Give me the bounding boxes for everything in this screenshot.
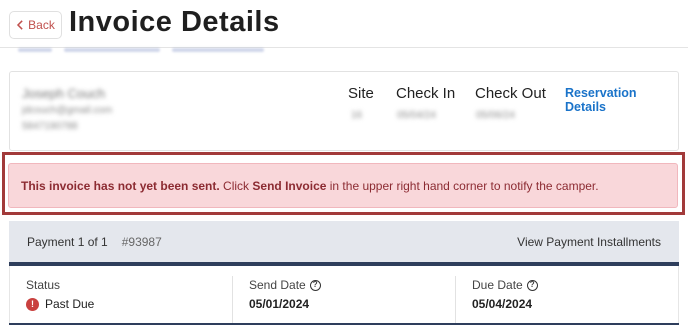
top-bar: Back Invoice Details (0, 0, 688, 52)
alert-lead: This invoice has not yet been sent. (21, 178, 220, 193)
due-date-label-row: Due Date ? (472, 278, 678, 292)
alert-action: Send Invoice (252, 178, 327, 193)
question-circle-icon[interactable]: ? (526, 279, 538, 291)
site-label: Site (348, 85, 374, 102)
status-value-row: ! Past Due (26, 297, 232, 311)
check-out-label: Check Out (475, 85, 546, 102)
back-label: Back (28, 18, 55, 32)
due-date-label: Due Date (472, 278, 523, 292)
reservation-card: Joseph Couch jdcouch@gmail.com 584719078… (9, 71, 679, 151)
status-value: Past Due (45, 297, 95, 311)
breadcrumb-overlay (18, 43, 278, 57)
due-date-value: 05/04/2024 (472, 297, 533, 311)
payment-header: Payment 1 of 1 #93987 View Payment Insta… (9, 221, 679, 262)
payment-label: Payment 1 of 1 (27, 234, 108, 249)
send-date-value: 05/01/2024 (249, 297, 310, 311)
chevron-left-icon (17, 20, 23, 30)
send-date-label: Send Date (249, 278, 306, 292)
question-circle-icon[interactable]: ? (309, 279, 321, 291)
reservation-details-link[interactable]: Reservation Details (565, 86, 678, 114)
unsent-invoice-alert: This invoice has not yet been sent. Clic… (8, 163, 678, 208)
status-cell: Status ! Past Due (10, 266, 232, 323)
bottom-divider (9, 323, 679, 325)
due-date-cell: Due Date ? 05/04/2024 (455, 276, 678, 323)
alert-text-1: Click (219, 178, 253, 193)
site-value: 16 (351, 110, 363, 121)
status-label: Status (26, 278, 61, 292)
view-payment-installments-link[interactable]: View Payment Installments (517, 235, 661, 249)
check-in-label: Check In (396, 85, 456, 102)
guest-name: Joseph Couch (22, 86, 106, 101)
check-in-value: 05/04/24 (397, 110, 436, 121)
exclamation-circle-icon: ! (26, 297, 39, 311)
payment-info-row: Status ! Past Due Send Date ? 05/01/2024… (9, 266, 679, 323)
send-date-cell: Send Date ? 05/01/2024 (232, 276, 455, 323)
payment-number: #93987 (121, 234, 162, 249)
guest-phone: 5847190788 (22, 121, 78, 132)
guest-email: jdcouch@gmail.com (22, 105, 113, 116)
send-date-label-row: Send Date ? (249, 278, 455, 292)
page-title: Invoice Details (69, 6, 280, 38)
check-out-value: 05/06/24 (476, 110, 515, 121)
back-button[interactable]: Back (9, 11, 62, 39)
alert-text-2: in the upper right hand corner to notify… (326, 178, 599, 193)
